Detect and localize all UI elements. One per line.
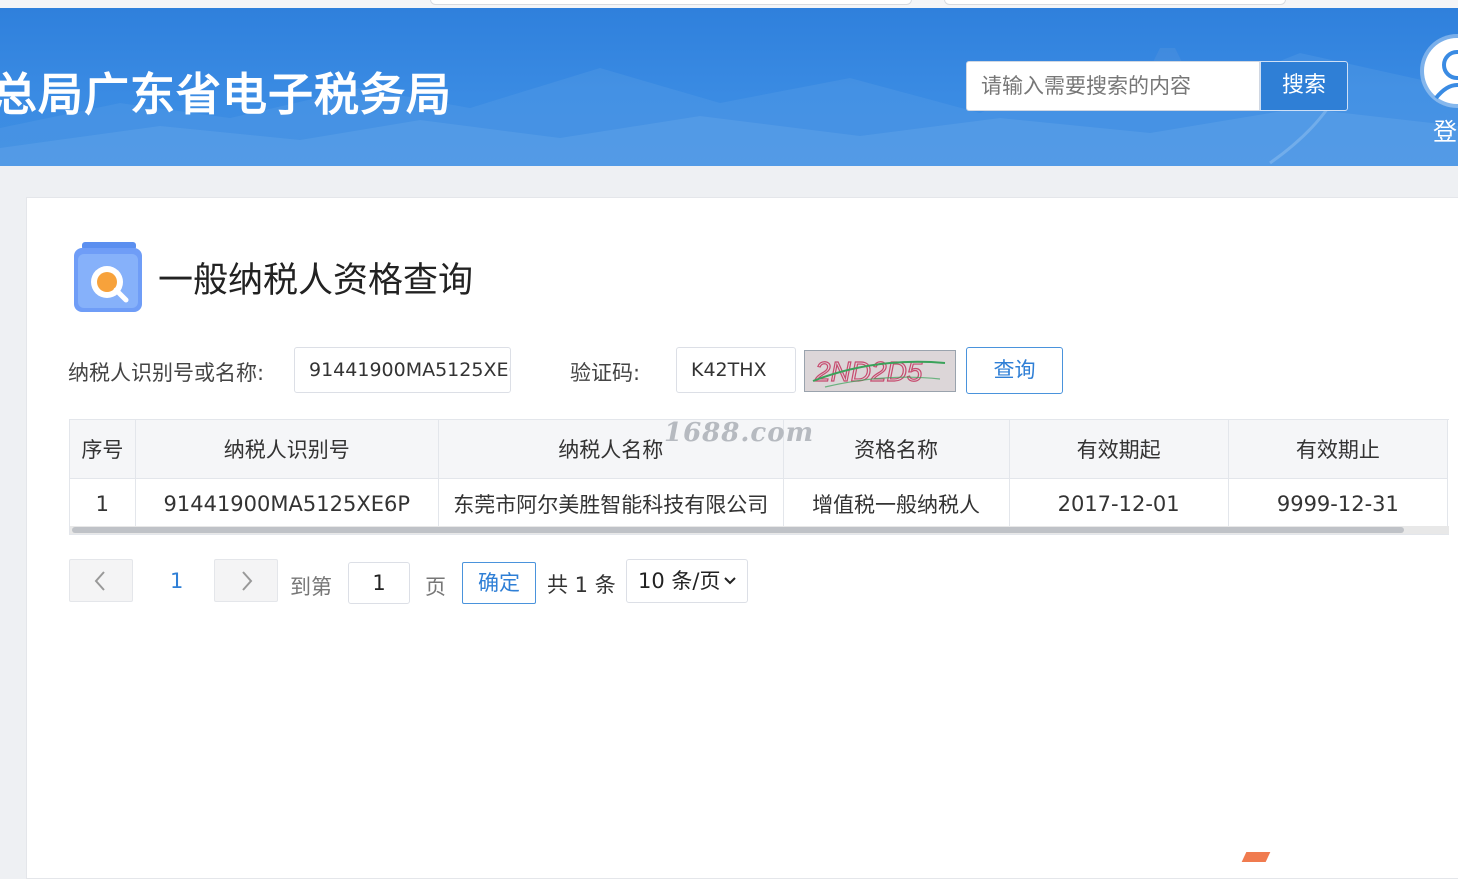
table-row: 1 91441900MA5125XE6P 东莞市阿尔美胜智能科技有限公司 增值税… (70, 478, 1449, 529)
browser-chrome-strip (0, 0, 1458, 8)
browser-tab[interactable] (430, 0, 912, 5)
taxpayer-input[interactable]: 91441900MA5125XE6P (294, 347, 511, 393)
chevron-down-icon (723, 560, 737, 618)
column-header: 资格名称 (782, 420, 1010, 479)
page-size-select[interactable]: 10 条/页 (626, 559, 748, 603)
column-header: 纳税人识别号 (134, 420, 439, 479)
total-count: 共 1 条 (547, 573, 616, 597)
column-header: 有效期起 (1008, 420, 1229, 479)
table-cell: 91441900MA5125XE6P (134, 478, 439, 529)
next-page-button[interactable] (214, 559, 278, 602)
captcha-text: 2ND2D5 (814, 356, 923, 387)
table-cell: 2017-12-01 (1008, 478, 1229, 529)
horizontal-scrollbar[interactable] (70, 526, 1449, 534)
search-input[interactable]: 请输入需要搜索的内容 (966, 61, 1260, 111)
goto-label: 到第 (290, 575, 332, 599)
login-link[interactable]: 登录 (1433, 112, 1458, 147)
search-button[interactable]: 搜索 (1260, 61, 1348, 111)
page-unit-label: 页 (425, 575, 446, 599)
page-title: 一般纳税人资格查询 (158, 261, 474, 301)
page-size-value: 10 条/页 (638, 569, 721, 593)
column-header: 有效期止 (1227, 420, 1449, 479)
browser-tab[interactable] (944, 0, 1286, 5)
scrollbar-thumb[interactable] (72, 527, 1404, 533)
table-cell: 增值税一般纳税人 (782, 478, 1010, 529)
taxpayer-label: 纳税人识别号或名称: (68, 361, 265, 385)
corner-decoration (1241, 852, 1271, 862)
site-header: 总局广东省电子税务局 请输入需要搜索的内容 搜索 登录 (0, 8, 1458, 166)
user-icon[interactable] (1424, 38, 1458, 104)
captcha-image[interactable]: 2ND2D5 (804, 350, 956, 392)
search-card-icon (74, 242, 142, 312)
column-header: 序号 (70, 420, 136, 479)
table-cell: 东莞市阿尔美胜智能科技有限公司 (437, 478, 784, 529)
goto-page-input[interactable]: 1 (348, 562, 410, 604)
chevron-left-icon (94, 571, 105, 591)
captcha-input[interactable]: K42THX (676, 347, 796, 393)
watermark: 1688.com (664, 418, 815, 448)
table-cell: 1 (70, 478, 136, 529)
confirm-page-button[interactable]: 确定 (462, 562, 536, 604)
captcha-label: 验证码: (570, 361, 641, 385)
site-title: 总局广东省电子税务局 (0, 68, 453, 121)
query-button[interactable]: 查询 (966, 347, 1063, 394)
chevron-right-icon (242, 571, 253, 591)
prev-page-button[interactable] (69, 559, 133, 602)
table-cell: 9999-12-31 (1227, 478, 1449, 529)
page-number-current[interactable]: 1 (170, 569, 183, 593)
